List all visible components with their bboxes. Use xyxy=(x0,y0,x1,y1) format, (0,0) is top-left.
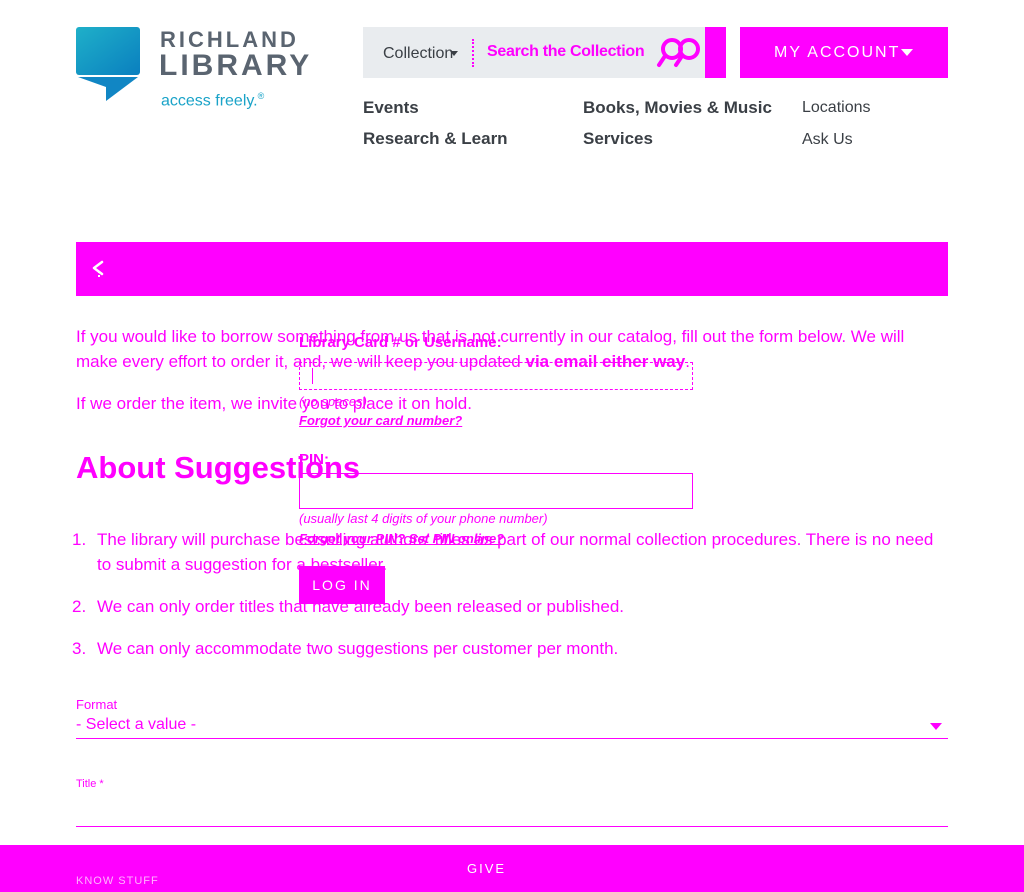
list-text: We can only order titles that have alrea… xyxy=(97,597,625,616)
format-select-underline xyxy=(76,738,948,739)
collection-select[interactable]: Collection xyxy=(383,45,453,63)
forgot-card-link[interactable]: Forgot your card number? xyxy=(299,413,462,428)
search-button[interactable] xyxy=(705,27,726,78)
card-number-input[interactable] xyxy=(299,362,693,390)
nav-ask-us[interactable]: Ask Us xyxy=(802,131,853,149)
back-arrow-icon[interactable] xyxy=(90,258,110,280)
text-caret xyxy=(312,368,313,384)
search-bar: Collection Search the Collection xyxy=(363,27,726,78)
logo-mark-icon xyxy=(76,27,140,101)
chevron-down-icon xyxy=(450,51,458,56)
page-banner xyxy=(76,242,948,296)
footer-know-stuff: KNOW STUFF xyxy=(76,875,159,887)
logo-tagline: access freely.® xyxy=(161,91,265,110)
search-icon[interactable] xyxy=(656,35,706,69)
list-item: 3. We can only accommodate two suggestio… xyxy=(72,636,952,661)
search-input[interactable]: Search the Collection xyxy=(487,43,645,61)
list-item: 1. The library will purchase bestselling… xyxy=(72,527,952,577)
forgot-pin-link[interactable]: Forgot your PIN? Set PIN online? xyxy=(299,531,504,546)
chevron-down-icon xyxy=(901,49,913,56)
list-number: 1. xyxy=(72,530,87,549)
footer-bar: GIVE KNOW STUFF xyxy=(0,845,1024,892)
chevron-down-icon[interactable] xyxy=(930,723,942,730)
nav-research-learn[interactable]: Research & Learn xyxy=(363,129,508,149)
list-number: 3. xyxy=(72,639,87,658)
title-input[interactable] xyxy=(76,826,948,827)
pin-label: PIN: xyxy=(299,451,329,468)
format-label: Format xyxy=(76,697,118,712)
banner-underline-marks xyxy=(132,293,172,295)
pin-input[interactable] xyxy=(299,473,693,509)
list-number: 2. xyxy=(72,597,87,616)
give-link[interactable]: GIVE xyxy=(467,861,506,876)
format-select[interactable]: - Select a value - xyxy=(76,716,196,734)
card-hint: (no spaces) xyxy=(299,394,367,409)
pin-hint: (usually last 4 digits of your phone num… xyxy=(299,511,548,526)
card-number-label: Library Card # or Username: xyxy=(299,334,502,351)
list-text: We can only accommodate two suggestions … xyxy=(97,639,619,658)
nav-books-movies-music[interactable]: Books, Movies & Music xyxy=(583,98,772,118)
nav-events[interactable]: Events xyxy=(363,98,419,118)
nav-locations[interactable]: Locations xyxy=(802,99,871,117)
log-in-button[interactable]: LOG IN xyxy=(299,566,385,604)
my-account-label: MY ACCOUNT xyxy=(774,44,901,61)
my-account-button[interactable]: MY ACCOUNT xyxy=(740,27,948,78)
nav-services[interactable]: Services xyxy=(583,129,653,149)
search-divider xyxy=(472,39,474,67)
list-item: 2. We can only order titles that have al… xyxy=(72,594,952,619)
library-logo[interactable]: RICHLAND LIBRARY access freely.® xyxy=(76,27,336,117)
list-text: The library will purchase bestselling au… xyxy=(97,530,934,574)
logo-name-line2: LIBRARY xyxy=(159,49,313,82)
intro-paragraph-2: If we order the item, we invite you to p… xyxy=(76,394,472,413)
title-label: Title * xyxy=(76,778,104,790)
